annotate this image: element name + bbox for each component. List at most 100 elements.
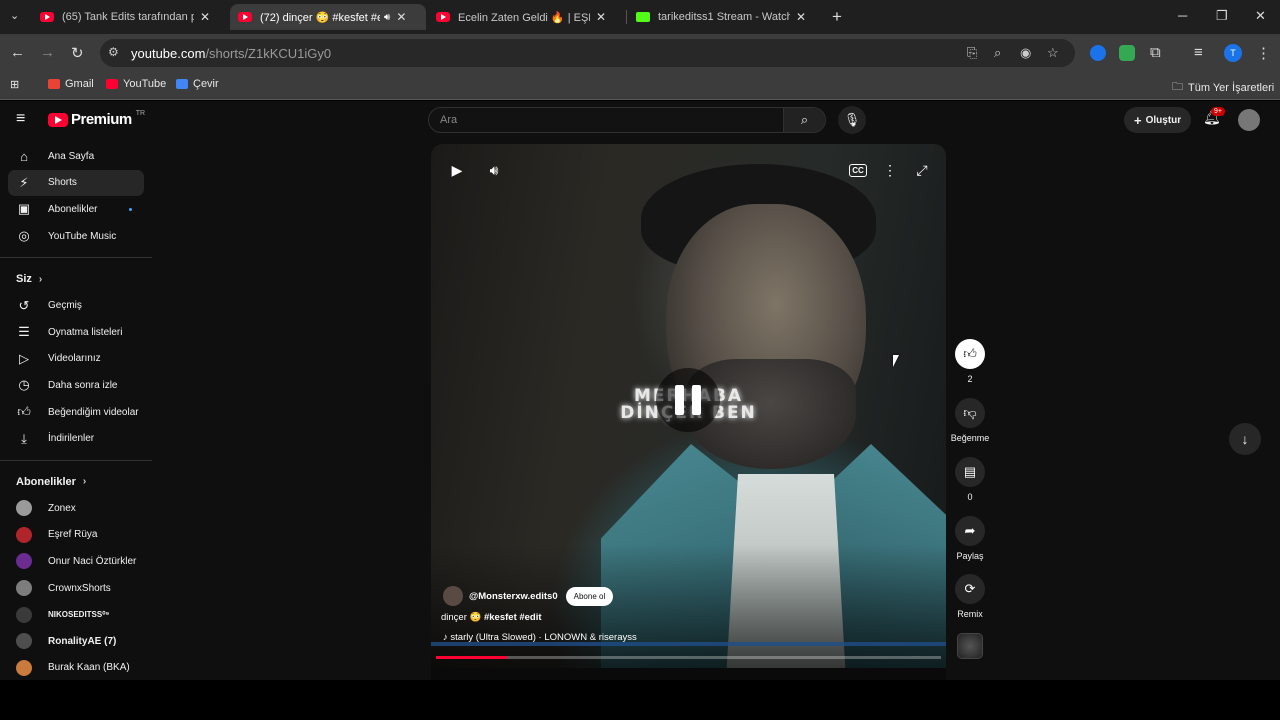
voice-search-icon[interactable]: 🎙︎ xyxy=(838,106,866,134)
next-short-arrow-icon[interactable]: ↓ xyxy=(1229,423,1261,455)
share-button[interactable]: ➦ Paylaş xyxy=(948,516,992,561)
bookmark-gmail[interactable]: Gmail xyxy=(48,78,94,90)
sidebar-item-shorts[interactable]: ⚡︎ Shorts xyxy=(8,169,144,197)
site-info-icon[interactable]: ⚙︎ xyxy=(108,45,119,59)
notifications-bell-icon[interactable]: 🔔︎ 9+ xyxy=(1203,107,1225,126)
fullscreen-icon[interactable]: ⤢ xyxy=(908,161,936,179)
youtube-premium-logo[interactable]: Premium TR xyxy=(48,110,146,128)
player-bottom-bar xyxy=(431,668,946,680)
search-box[interactable]: Ara ⌕ xyxy=(428,107,826,133)
tab-search-chevron-icon[interactable]: ⌄ xyxy=(10,9,19,22)
subscription-channel[interactable]: CrownxShorts xyxy=(0,575,152,602)
tab-title: tarikeditss1 Stream - Watch Live xyxy=(658,11,790,23)
url-text[interactable]: youtube.com/shorts/Z1kKCU1iGy0 xyxy=(131,46,331,61)
sidebar-item-watch-later[interactable]: ◷ Daha sonra izle xyxy=(0,372,152,399)
sidebar-item-subscriptions[interactable]: ▣ Abonelikler xyxy=(0,196,152,223)
browser-menu-icon[interactable]: ⋮ xyxy=(1256,44,1271,62)
subscription-channel[interactable]: RonalityAE (7) xyxy=(0,628,152,655)
create-button[interactable]: + Oluştur xyxy=(1124,107,1192,133)
extension-icon[interactable] xyxy=(1119,45,1135,61)
new-tab-icon[interactable]: + xyxy=(832,7,842,27)
channel-avatar xyxy=(16,553,32,570)
zoom-icon[interactable]: ⌕ xyxy=(994,45,1001,61)
sidebar-item-label: YouTube Music xyxy=(48,230,117,242)
channel-name[interactable]: @Monsterxw.edits0 xyxy=(469,591,558,602)
hamburger-menu-icon[interactable]: ≡ xyxy=(16,110,25,128)
close-tab-icon[interactable]: ✕ xyxy=(796,10,806,24)
sidebar-section-subscriptions[interactable]: Abonelikler › xyxy=(0,469,152,495)
window-close-icon[interactable]: ✕ xyxy=(1255,8,1266,24)
url-path: /shorts/Z1kKCU1iGy0 xyxy=(205,46,332,61)
extensions-puzzle-icon[interactable]: ⧉ xyxy=(1150,44,1161,61)
browser-tab[interactable]: tarikeditss1 Stream - Watch Live ✕ xyxy=(628,4,824,30)
channel-name: Eşref Rüya xyxy=(48,529,98,541)
speaker-icon[interactable]: 🔊︎ xyxy=(384,12,390,23)
apps-grid-icon[interactable]: ⊞ xyxy=(10,78,19,91)
forward-icon[interactable]: → xyxy=(40,44,55,61)
tab-title: Ecelin Zaten Geldi 🔥 | EŞREF RI xyxy=(458,11,590,24)
watch-later-icon: ◷ xyxy=(18,377,30,393)
sidebar-item-label: Daha sonra izle xyxy=(48,379,118,391)
reload-icon[interactable]: ↻ xyxy=(71,44,84,62)
hashtags[interactable]: #kesfet #edit xyxy=(484,612,542,623)
shazam-extension-icon[interactable] xyxy=(1090,45,1106,61)
bookmark-label: Gmail xyxy=(65,78,94,90)
short-title[interactable]: dinçer 😳 #kesfet #edit xyxy=(441,612,542,623)
volume-icon[interactable]: 🔊︎ xyxy=(480,161,508,179)
subscription-channel[interactable]: NIKOSEDITSS⁰⁹ xyxy=(0,601,152,628)
subscription-channel[interactable]: Zonex xyxy=(0,495,152,522)
tab-title: (72) dinçer 😳 #kesfet #edi xyxy=(260,11,380,24)
shorts-player[interactable]: MERHABA DİNÇER BEN ▶ 🔊︎ CC ⋮ ⤢ @Monsterx… xyxy=(431,144,946,680)
sidebar-item-music[interactable]: ◎ YouTube Music xyxy=(0,223,152,250)
bookmark-star-icon[interactable]: ☆ xyxy=(1047,45,1059,61)
more-options-icon[interactable]: ⋮ xyxy=(876,161,904,179)
sidebar-item-downloads[interactable]: ⤓ İndirilenler xyxy=(0,425,152,452)
browser-tab-active[interactable]: (72) dinçer 😳 #kesfet #edi 🔊︎ ✕ xyxy=(230,4,426,30)
remix-button[interactable]: ⟳ Remix xyxy=(948,574,992,619)
account-avatar[interactable] xyxy=(1238,109,1260,131)
pause-indicator-icon[interactable] xyxy=(656,368,720,432)
like-button[interactable]: 👍︎ 2 xyxy=(948,339,992,384)
comments-button[interactable]: ▤ 0 xyxy=(948,457,992,502)
channel-avatar[interactable] xyxy=(443,586,463,606)
dislike-button[interactable]: 👎︎ Beğenme xyxy=(948,398,992,443)
sidebar-item-history[interactable]: ↺ Geçmiş xyxy=(0,292,152,319)
all-bookmarks[interactable]: 🗀︎ Tüm Yer İşaretleri xyxy=(1172,78,1274,97)
sidebar-item-liked[interactable]: 👍︎ Beğendiğim videolar xyxy=(0,399,152,426)
profile-avatar[interactable]: T xyxy=(1224,44,1242,62)
remix-icon: ⟳ xyxy=(955,574,985,604)
subscribe-button[interactable]: Abone ol xyxy=(565,586,614,606)
media-control-icon[interactable]: ≡ xyxy=(1194,44,1203,61)
sidebar-item-your-videos[interactable]: ▷ Videolarınız xyxy=(0,346,152,373)
browser-tab[interactable]: Ecelin Zaten Geldi 🔥 | EŞREF RI ✕ xyxy=(428,4,624,30)
search-icon[interactable]: ⌕ xyxy=(783,108,825,132)
sidebar-item-home[interactable]: ⌂ Ana Sayfa xyxy=(0,143,152,170)
close-tab-icon[interactable]: ✕ xyxy=(596,10,606,24)
sidebar-item-label: Ana Sayfa xyxy=(48,150,95,162)
subscription-channel[interactable]: Eşref Rüya xyxy=(0,522,152,549)
sidebar-item-playlists[interactable]: ☰ Oynatma listeleri xyxy=(0,319,152,346)
bookmark-translate[interactable]: Çevir xyxy=(176,78,219,90)
sound-link[interactable]: ♪ starly (Ultra Slowed) · LONOWN & riser… xyxy=(443,632,637,643)
channel-avatar xyxy=(16,606,32,623)
address-bar[interactable]: ⚙︎ youtube.com/shorts/Z1kKCU1iGy0 ⎘ ⌕ ◉ … xyxy=(100,39,1075,67)
browser-tab[interactable]: (65) Tank Edits tarafından payla ✕ xyxy=(32,4,228,30)
kick-favicon xyxy=(636,12,650,22)
tracking-protection-icon[interactable]: ◉ xyxy=(1020,45,1031,61)
close-tab-icon[interactable]: ✕ xyxy=(200,10,210,24)
maximize-icon[interactable]: ❐ xyxy=(1216,8,1228,24)
subscription-channel[interactable]: Onur Naci Öztürkler xyxy=(0,548,152,575)
sidebar-section-you[interactable]: Siz › xyxy=(0,266,152,292)
install-app-icon[interactable]: ⎘ xyxy=(967,45,977,61)
logo-region: TR xyxy=(135,110,146,117)
captions-icon[interactable]: CC xyxy=(844,161,872,179)
minimize-icon[interactable]: ─ xyxy=(1178,8,1187,23)
progress-bar[interactable] xyxy=(436,656,941,659)
bookmark-youtube[interactable]: YouTube xyxy=(106,78,166,90)
sound-thumbnail[interactable] xyxy=(948,633,992,659)
search-input[interactable]: Ara xyxy=(440,114,457,126)
back-icon[interactable]: ← xyxy=(10,44,25,61)
play-icon[interactable]: ▶ xyxy=(443,161,471,179)
close-tab-icon[interactable]: ✕ xyxy=(396,10,406,24)
subscription-channel[interactable]: Burak Kaan (BKA) xyxy=(0,655,152,681)
